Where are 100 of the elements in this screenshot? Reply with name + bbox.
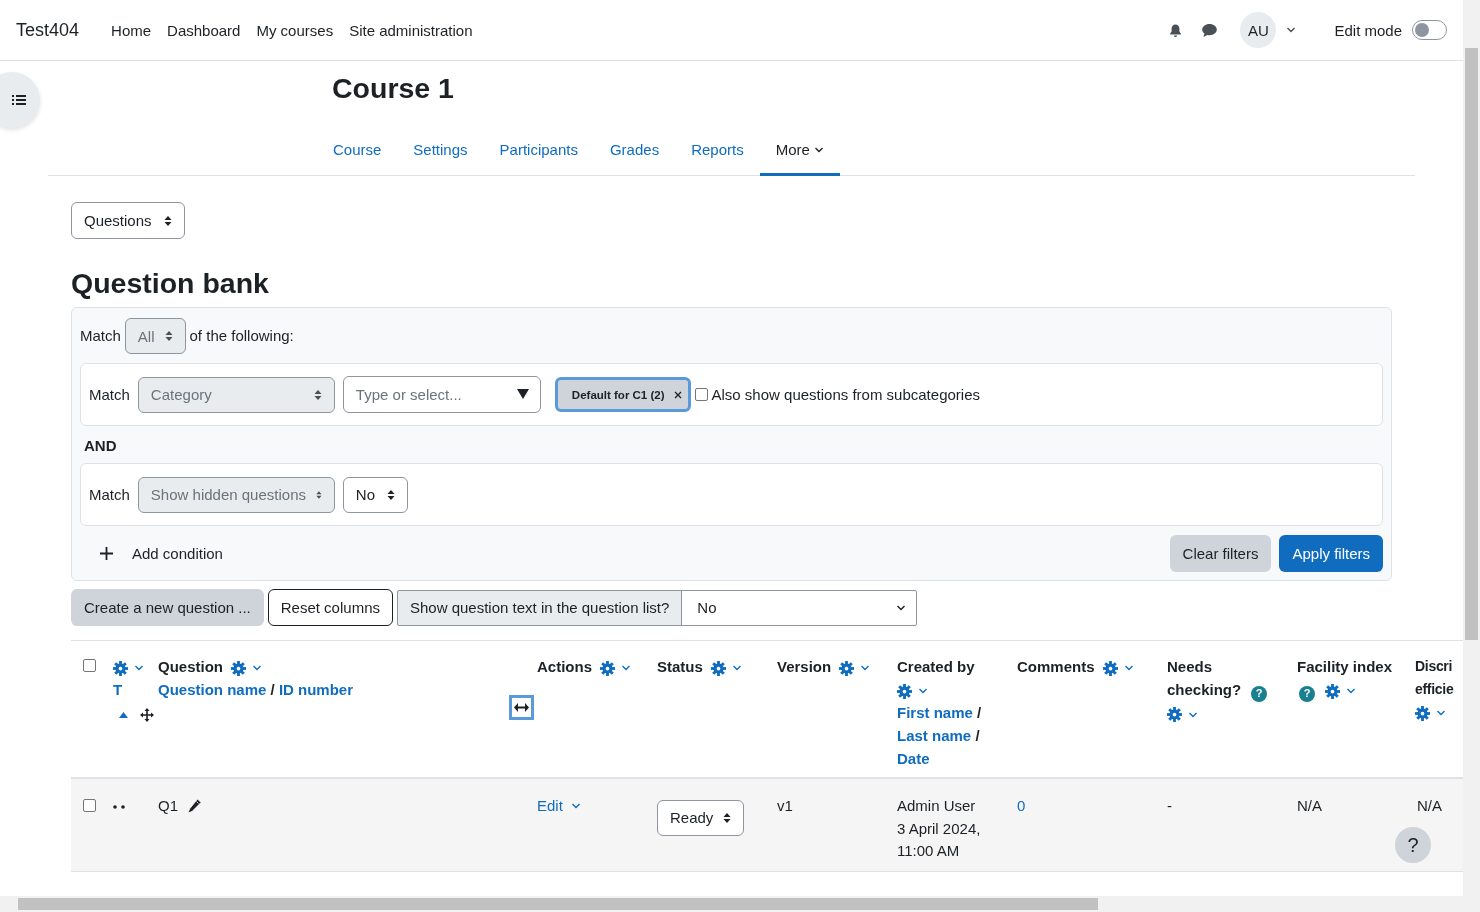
chevron-down-icon — [1436, 709, 1446, 718]
site-name[interactable]: Test404 — [16, 19, 80, 41]
course-tab[interactable]: Course — [317, 126, 398, 176]
checkbox-label: Also show questions from subcategories — [711, 386, 980, 403]
nav-link[interactable]: My courses — [248, 21, 342, 39]
version-text: v1 — [777, 797, 793, 814]
nav-link[interactable]: Dashboard — [159, 21, 249, 39]
bell-icon[interactable] — [1168, 22, 1184, 38]
course-tab[interactable]: Grades — [593, 126, 676, 176]
column-title: Comments — [1017, 658, 1095, 675]
horizontal-scrollbar[interactable] — [0, 896, 1480, 912]
gear-icon[interactable] — [231, 660, 246, 676]
sort-link[interactable]: ID number — [278, 681, 354, 698]
chevron-down-icon — [896, 603, 907, 612]
match-suffix: of the following: — [189, 326, 294, 344]
gear-icon[interactable] — [710, 660, 726, 676]
left-right-arrow-icon — [514, 703, 529, 712]
match-select[interactable]: All — [124, 318, 186, 354]
field-select[interactable]: Show hidden questions — [137, 476, 335, 513]
question-name: Q1 — [158, 796, 178, 816]
match-label: Match — [80, 326, 121, 344]
plus-icon[interactable] — [100, 546, 113, 560]
column-title: Status — [657, 658, 703, 675]
edit-menu-link[interactable]: Edit — [537, 795, 581, 818]
chevron-down-icon — [621, 664, 631, 673]
course-tab[interactable]: More — [759, 126, 840, 176]
nav-link[interactable]: Home — [103, 21, 160, 39]
sort-arrows-icon — [163, 214, 172, 227]
dots-icon — [113, 805, 125, 809]
gear-icon[interactable] — [600, 660, 615, 676]
match-label: Match — [89, 486, 130, 503]
gear-icon[interactable] — [1325, 683, 1340, 699]
comments-count[interactable]: 0 — [1017, 797, 1026, 814]
table-cell: N/A — [1417, 797, 1442, 814]
chevron-down-icon — [1286, 26, 1297, 34]
gear-icon[interactable] — [1415, 705, 1430, 721]
close-icon[interactable] — [673, 390, 682, 399]
column-title: Needs checking? — [1167, 658, 1242, 698]
reset-columns-button[interactable]: Reset columns — [267, 589, 393, 626]
edit-mode-label: Edit mode — [1334, 21, 1402, 39]
show-text-dropdown[interactable]: No — [682, 589, 917, 626]
sort-arrows-icon — [164, 330, 173, 342]
category-chip[interactable]: Default for C1 (2) — [554, 377, 691, 412]
column-resize-handle[interactable] — [509, 695, 534, 720]
gear-icon[interactable] — [897, 683, 912, 699]
chevron-down-icon — [252, 664, 262, 673]
apply-filters-button[interactable]: Apply filters — [1279, 534, 1383, 572]
clear-filters-button[interactable]: Clear filters — [1169, 534, 1272, 572]
created-date: 3 April 2024, 11:00 AM — [897, 819, 981, 859]
pencil-icon[interactable] — [186, 798, 202, 815]
field-select[interactable]: Category — [137, 376, 335, 413]
gear-icon[interactable] — [1167, 707, 1182, 723]
course-tab[interactable]: Reports — [675, 126, 760, 176]
vertical-scrollbar[interactable] — [1463, 0, 1480, 896]
chevron-down-icon — [134, 664, 144, 673]
course-index-button[interactable] — [0, 72, 40, 128]
column-title: Created by — [897, 658, 975, 675]
sort-link[interactable]: Date — [897, 750, 930, 767]
value-select[interactable]: No — [342, 476, 409, 513]
caret-down-icon — [516, 389, 529, 399]
create-question-button[interactable]: Create a new question ... — [71, 589, 264, 626]
table-cell: - — [1167, 797, 1172, 814]
column-title: efficie — [1415, 681, 1454, 697]
column-title: Version — [777, 658, 832, 675]
column-title: Actions — [537, 658, 592, 675]
table-cell: N/A — [1297, 797, 1322, 814]
sort-link[interactable]: Question name — [158, 681, 267, 698]
status-select[interactable]: Ready — [657, 800, 745, 837]
add-condition-link[interactable]: Add condition — [132, 544, 223, 562]
sort-link[interactable]: T — [113, 681, 123, 698]
column-title: Discri — [1415, 658, 1453, 674]
select-all-checkbox[interactable] — [83, 659, 96, 672]
view-select[interactable]: Questions — [71, 202, 185, 239]
course-tab[interactable]: Settings — [397, 126, 484, 176]
sort-link[interactable]: First name — [897, 704, 973, 721]
help-icon[interactable]: ? — [1299, 685, 1315, 702]
slash-separator: / — [270, 681, 275, 698]
gear-icon[interactable] — [113, 660, 128, 676]
category-search-field[interactable]: Type or select... — [342, 376, 541, 413]
user-avatar[interactable]: AU — [1240, 12, 1277, 48]
gear-icon[interactable] — [1102, 660, 1118, 676]
chat-bubble-icon[interactable] — [1201, 22, 1219, 38]
course-title: Course 1 — [332, 71, 454, 106]
column-title: Facility index — [1297, 658, 1393, 675]
sort-arrows-icon — [723, 812, 732, 825]
sort-link[interactable]: Last name — [897, 727, 972, 744]
nav-link[interactable]: Site administration — [341, 21, 481, 39]
edit-mode-toggle[interactable] — [1412, 20, 1447, 40]
help-icon[interactable]: ? — [1251, 685, 1268, 702]
column-title: Question — [158, 658, 223, 675]
slash-separator: / — [977, 704, 982, 721]
checkbox[interactable] — [694, 388, 708, 401]
page-heading: Question bank — [71, 266, 269, 301]
move-icon[interactable] — [140, 708, 154, 722]
list-icon — [12, 94, 26, 106]
gear-icon[interactable] — [839, 660, 855, 676]
chevron-down-icon — [570, 802, 581, 811]
course-tab[interactable]: Participants — [483, 126, 594, 176]
sort-arrows-icon — [387, 488, 396, 501]
row-checkbox[interactable] — [83, 799, 96, 812]
